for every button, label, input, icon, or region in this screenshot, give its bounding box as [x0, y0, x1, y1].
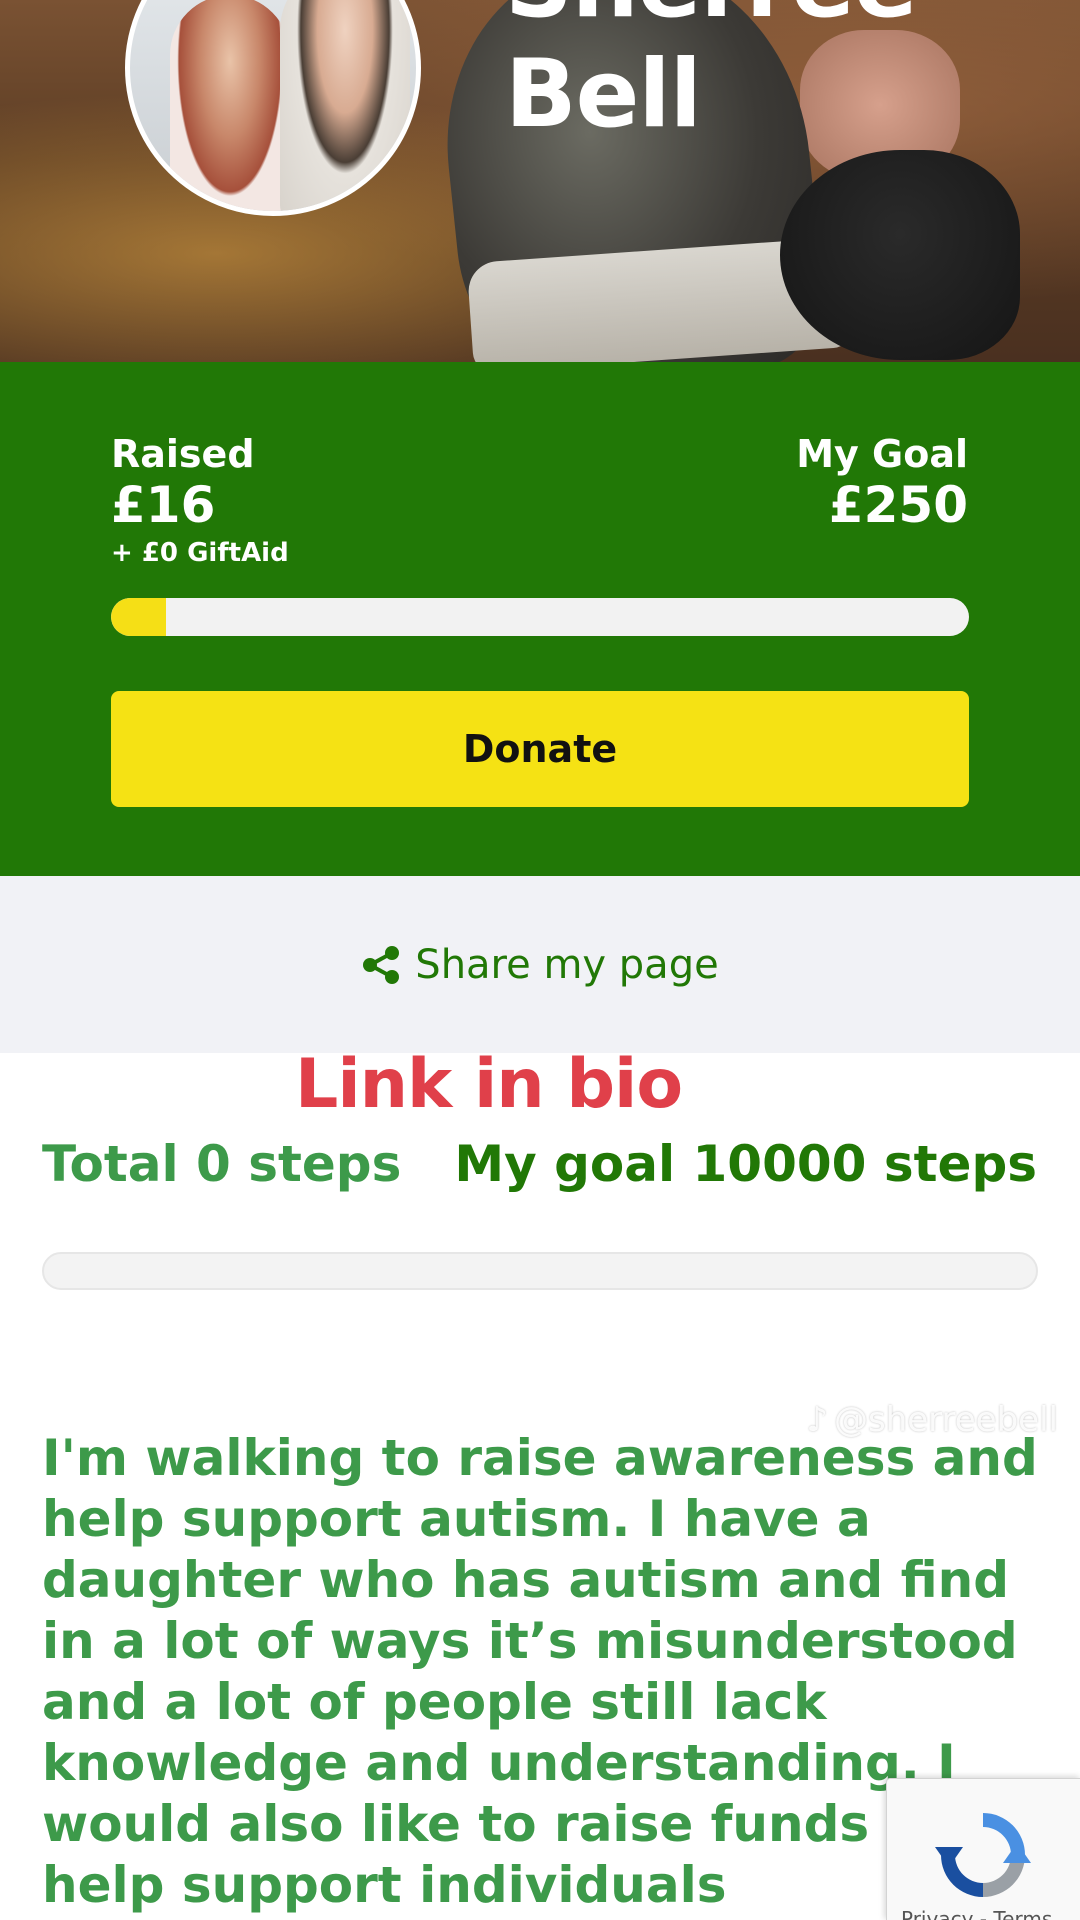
donate-button[interactable]: Donate	[111, 691, 969, 807]
recaptcha-icon	[935, 1813, 1031, 1897]
name-first: Sherree	[505, 0, 918, 40]
share-icon	[363, 945, 400, 984]
share-page-link[interactable]: Share my page	[361, 941, 719, 988]
name-last: Bell	[505, 40, 702, 149]
steps-goal: My goal 10000 steps	[454, 1135, 1037, 1193]
hero-banner: Sherree Bell	[0, 0, 1080, 362]
share-bar: Share my page	[0, 876, 1080, 1053]
giftaid-amount: + £0 GiftAid	[111, 538, 289, 568]
share-label: Share my page	[415, 941, 719, 988]
recaptcha-terms[interactable]: Privacy - Terms	[901, 1907, 1052, 1920]
steps-total: Total 0 steps	[42, 1135, 402, 1193]
recaptcha-badge[interactable]: Privacy - Terms	[886, 1778, 1080, 1920]
goal-amount: £250	[828, 476, 968, 534]
page: Sherree Bell Raised £16 + £0 GiftAid My …	[0, 0, 1080, 1920]
page-title: Sherree Bell	[505, 0, 918, 150]
fundraising-panel: Raised £16 + £0 GiftAid My Goal £250 Don…	[0, 362, 1080, 876]
goal-label: My Goal	[796, 432, 968, 476]
hero-shoe-image-2	[780, 150, 1020, 360]
raised-label: Raised	[111, 432, 255, 476]
steps-progress-bar	[42, 1252, 1038, 1290]
avatar-person-child	[170, 0, 290, 211]
avatar-person-adult	[280, 0, 410, 211]
fundraising-progress-bar	[111, 598, 969, 636]
avatar	[125, 0, 421, 216]
fundraising-progress-fill	[111, 598, 166, 636]
raised-amount: £16	[111, 476, 216, 534]
link-in-bio-overlay: Link in bio	[295, 1045, 683, 1124]
